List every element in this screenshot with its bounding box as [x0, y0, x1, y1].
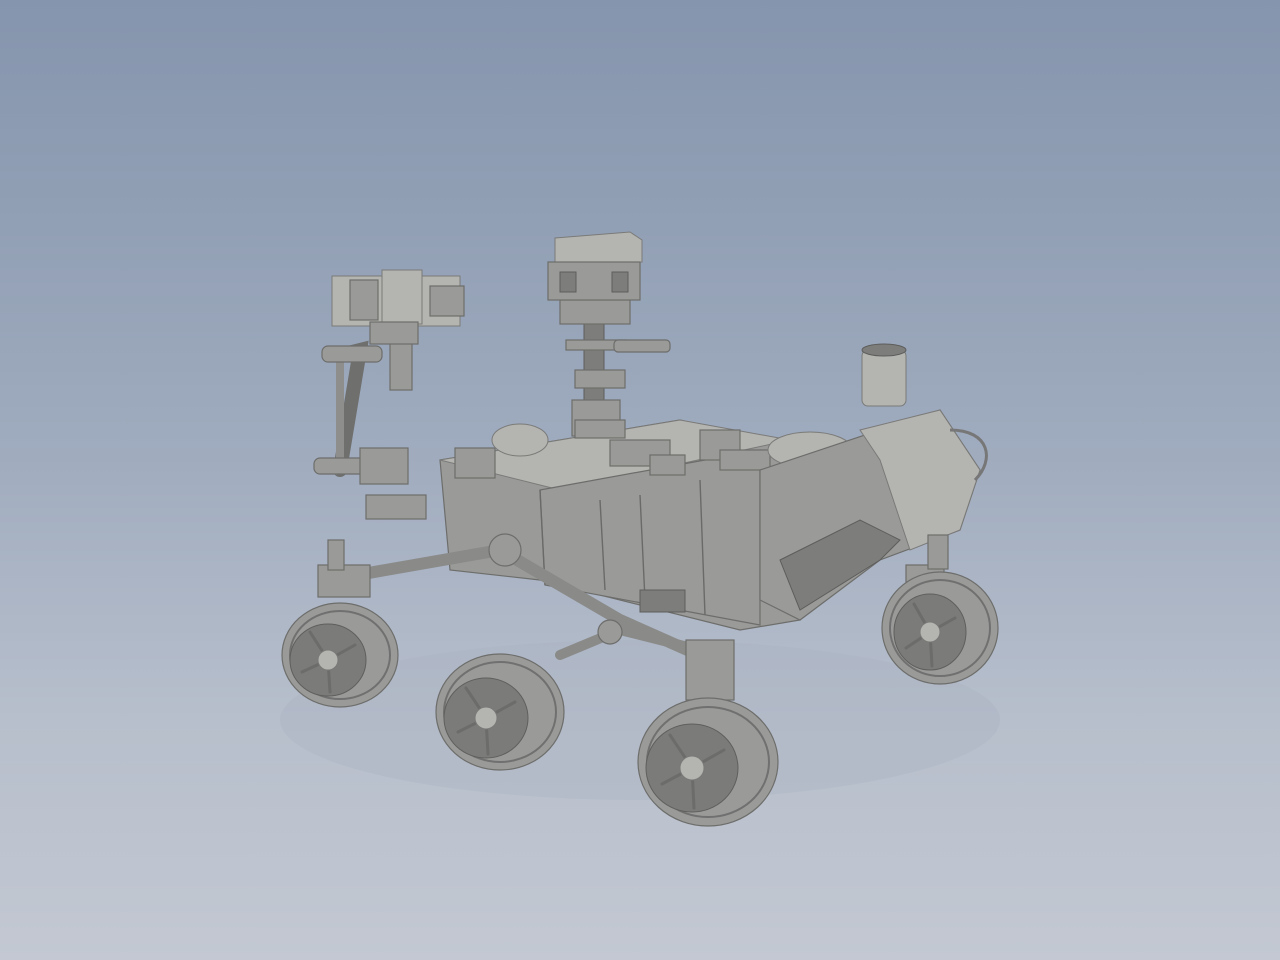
wheel-rear-left[interactable]	[637, 697, 779, 827]
wheel-middle-left[interactable]	[435, 653, 565, 771]
cad-viewport[interactable]	[0, 0, 1280, 960]
arm-turret	[331, 269, 465, 345]
mast-camera-head	[547, 231, 643, 301]
remote-sensing-mast[interactable]	[547, 231, 671, 441]
rover-3d-model[interactable]	[0, 0, 1280, 960]
wheel-front-left[interactable]	[281, 602, 399, 708]
wheel-rear-right[interactable]	[881, 571, 999, 685]
